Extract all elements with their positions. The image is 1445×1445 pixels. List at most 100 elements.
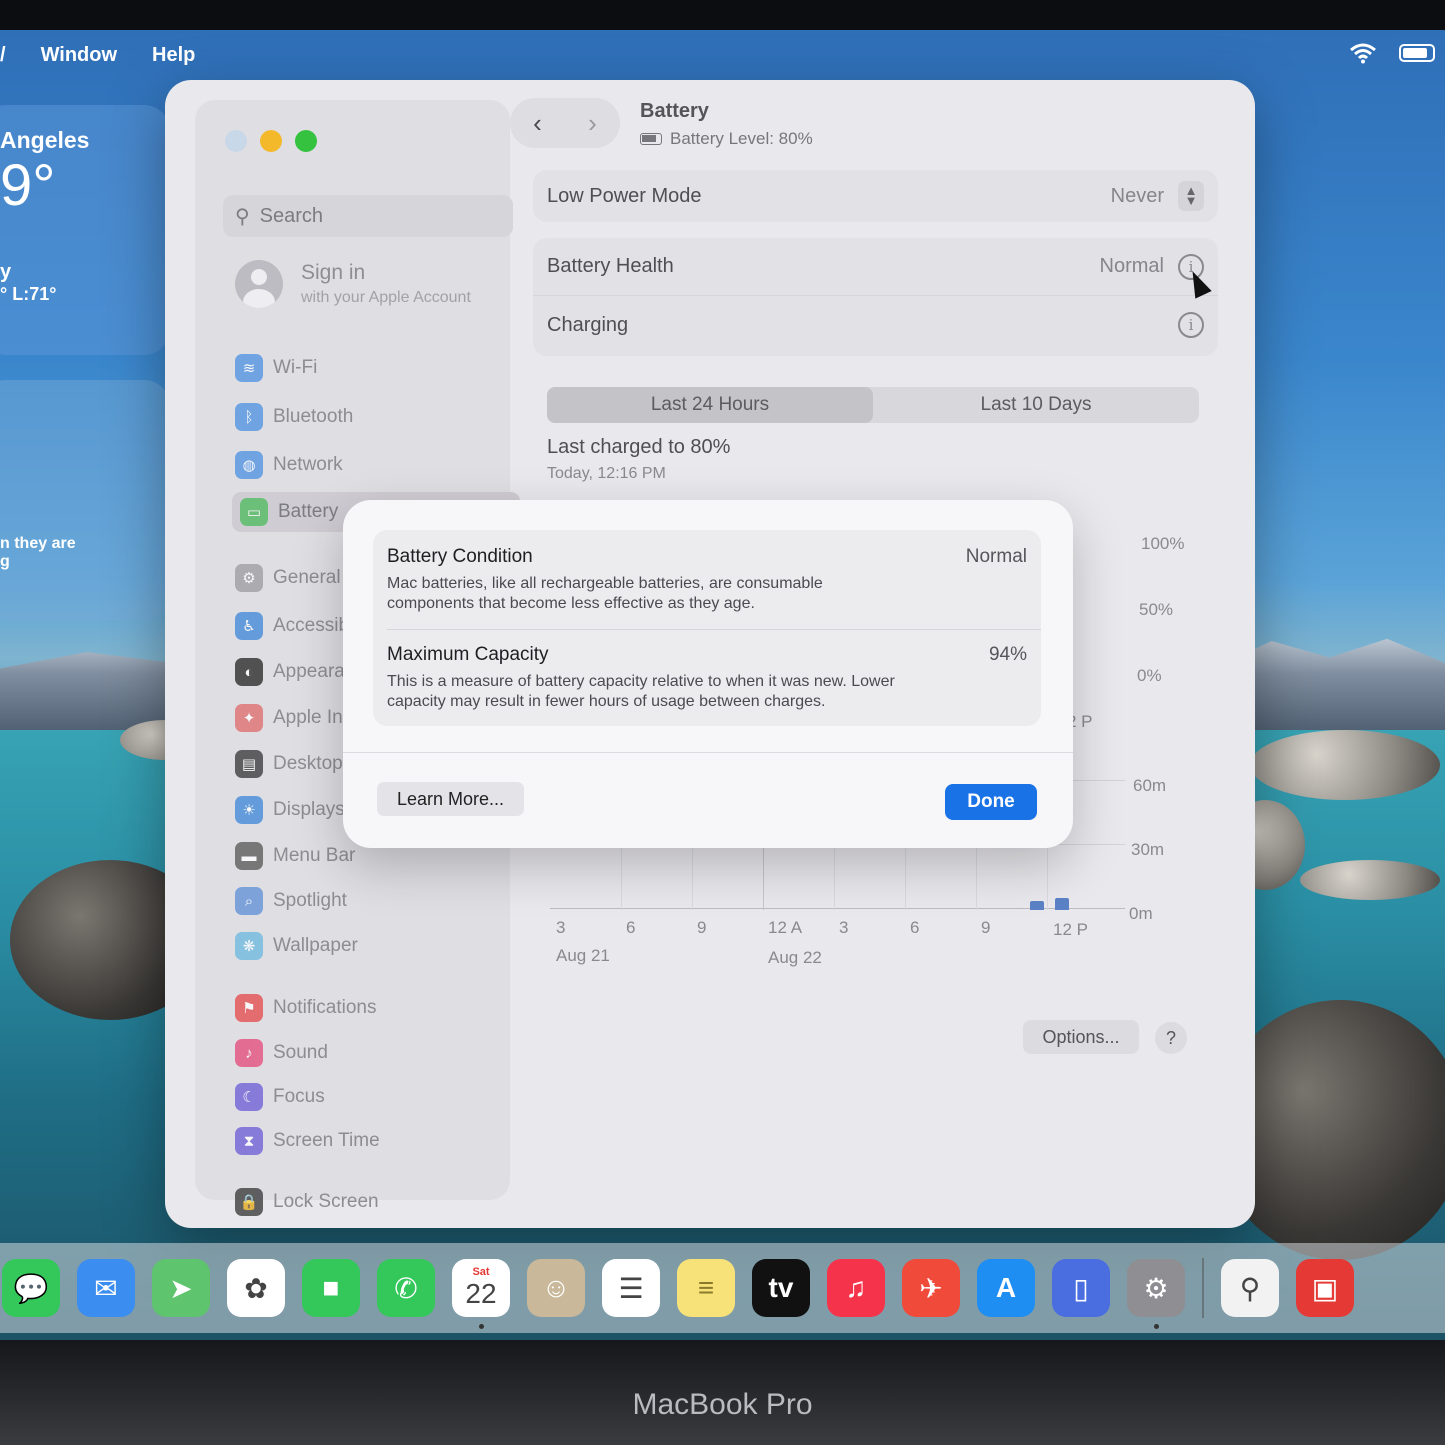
navigation-buttons: ‹ ›: [510, 98, 620, 148]
dock-separator: [1202, 1258, 1204, 1318]
sidebar-item-focus[interactable]: ☾ Focus: [235, 1077, 325, 1117]
sidebar-item-network[interactable]: ◍ Network: [235, 445, 343, 485]
calendar-icon[interactable]: Sat 22: [452, 1259, 510, 1329]
maximum-capacity-title: Maximum Capacity: [387, 644, 549, 665]
apple-account-signin[interactable]: Sign in with your Apple Account: [235, 260, 471, 308]
dock: 💬 ✉ ➤ ✿ ■ ✆ Sat 22 ☺ ☰ ≡ tv ♫ ✈ A ▯ ⚙ ⚲ ▣: [0, 1243, 1445, 1333]
sidebar-item-label: Network: [273, 454, 343, 475]
x-axis-date: Aug 21: [556, 946, 610, 965]
y-axis-label: 30m: [1131, 840, 1165, 859]
search-placeholder: Search: [259, 204, 324, 227]
spotlight-icon: ⌕: [235, 887, 263, 915]
sidebar-item-label: Lock Screen: [273, 1191, 379, 1212]
divider: [343, 752, 1073, 753]
messages-icon[interactable]: 💬: [2, 1259, 60, 1317]
running-indicator: [1154, 1324, 1159, 1329]
signin-title: Sign in: [301, 261, 366, 284]
low-power-value[interactable]: Never: [1111, 185, 1164, 208]
simulator-icon[interactable]: ▯: [1052, 1259, 1110, 1317]
wifi-icon[interactable]: [1349, 42, 1377, 64]
reminders-icon[interactable]: ☰: [602, 1259, 660, 1317]
photos-glyph: ✿: [244, 1272, 268, 1304]
rocketsim-icon[interactable]: ✈: [902, 1259, 960, 1317]
sidebar-item-wallpaper[interactable]: ❋ Wallpaper: [235, 926, 358, 966]
calendar-day: Sat: [472, 1265, 490, 1278]
done-button[interactable]: Done: [945, 784, 1037, 820]
mail-icon[interactable]: ✉: [77, 1259, 135, 1317]
network-icon: ◍: [235, 451, 263, 479]
sound-icon: ♪: [235, 1039, 263, 1067]
battery-level-text: Battery Level: 80%: [670, 129, 813, 148]
usage-bar: [1030, 901, 1044, 910]
sidebar-item-sound[interactable]: ♪ Sound: [235, 1033, 328, 1073]
x-axis-tick: 6: [626, 918, 636, 937]
sidebar-item-general[interactable]: ⚙ General: [235, 558, 341, 598]
back-chevron-icon[interactable]: ‹: [533, 108, 542, 139]
simulator-glyph: ▯: [1073, 1272, 1089, 1304]
tab-last-24-hours[interactable]: Last 24 Hours: [547, 387, 873, 423]
zoom-button[interactable]: [295, 130, 317, 152]
maps-icon[interactable]: ➤: [152, 1259, 210, 1317]
widget-text: n they are: [0, 535, 76, 552]
minimize-button[interactable]: [260, 130, 282, 152]
popup-stepper-icon[interactable]: ▲ ▼: [1178, 181, 1204, 211]
sidebar-item-notifications[interactable]: ⚑ Notifications: [235, 988, 377, 1028]
wi-fi-icon: ≋: [235, 354, 263, 382]
x-axis-tick: 9: [697, 918, 707, 937]
secondary-widget[interactable]: n they are g: [0, 380, 170, 620]
x-axis-tick: 3: [556, 918, 566, 937]
facetime-icon[interactable]: ■: [302, 1259, 360, 1317]
photos-icon[interactable]: ✿: [227, 1259, 285, 1317]
apple-inte-icon: ✦: [235, 704, 263, 732]
appstore-icon[interactable]: A: [977, 1259, 1035, 1317]
sidebar-item-menu-bar[interactable]: ▬ Menu Bar: [235, 836, 355, 876]
rocketsim-glyph: ✈: [919, 1272, 943, 1304]
tab-last-10-days[interactable]: Last 10 Days: [873, 387, 1199, 423]
sidebar-item-bluetooth[interactable]: ᛒ Bluetooth: [235, 397, 353, 437]
sidebar-item-label: Notifications: [273, 997, 377, 1018]
weather-condition: y: [0, 261, 12, 283]
appletv-icon[interactable]: tv: [752, 1259, 810, 1317]
utility-icon[interactable]: ⚲: [1221, 1259, 1279, 1317]
low-power-row[interactable]: Low Power Mode Never ▲ ▼: [533, 170, 1218, 222]
archive-icon[interactable]: ▣: [1296, 1259, 1354, 1317]
battery-status-icon[interactable]: [1399, 44, 1435, 62]
sidebar-item-apple-inte[interactable]: ✦ Apple Inte: [235, 698, 359, 738]
menu-window[interactable]: Window: [41, 44, 117, 67]
sidebar-item-wi-fi[interactable]: ≋ Wi-Fi: [235, 348, 317, 388]
sidebar-item-accessibil[interactable]: ♿ Accessibil: [235, 606, 357, 646]
appletv-glyph: tv: [768, 1272, 794, 1303]
phone-icon[interactable]: ✆: [377, 1259, 435, 1317]
sidebar-item-screen-time[interactable]: ⧗ Screen Time: [235, 1121, 380, 1161]
forward-chevron-icon[interactable]: ›: [588, 108, 597, 139]
sidebar-item-label: Bluetooth: [273, 406, 354, 427]
battery-condition-value: Normal: [965, 546, 1027, 567]
sidebar-item-label: Focus: [273, 1086, 325, 1107]
menu-help[interactable]: Help: [152, 44, 195, 67]
messages-glyph: 💬: [13, 1272, 49, 1304]
weather-widget[interactable]: Angeles 9° y ° L:71°: [0, 105, 170, 355]
help-button[interactable]: ?: [1155, 1022, 1187, 1054]
sidebar-item-spotlight[interactable]: ⌕ Spotlight: [235, 881, 347, 921]
sidebar-item-desktop[interactable]: ▤ Desktop &: [235, 744, 361, 784]
contacts-icon[interactable]: ☺: [527, 1259, 585, 1317]
notes-icon[interactable]: ≡: [677, 1259, 735, 1317]
running-indicator: [479, 1324, 484, 1329]
sidebar-item-lock-screen[interactable]: 🔒 Lock Screen: [235, 1182, 379, 1222]
music-icon[interactable]: ♫: [827, 1259, 885, 1317]
systemsettings-icon[interactable]: ⚙: [1127, 1259, 1185, 1329]
options-button[interactable]: Options...: [1023, 1020, 1139, 1054]
sidebar-item-displays[interactable]: ☀ Displays: [235, 790, 345, 830]
maximum-capacity-value: 94%: [988, 644, 1027, 665]
learn-more-button[interactable]: Learn More...: [377, 782, 524, 816]
sidebar-item-label: Spotlight: [273, 890, 347, 911]
lock-screen-icon: 🔒: [235, 1188, 263, 1216]
close-button[interactable]: [225, 130, 247, 152]
brand-label: MacBook Pro: [632, 1388, 813, 1421]
last-charged-info: Last charged to 80% Today, 12:16 PM: [547, 436, 730, 483]
menu-edge: /: [0, 43, 6, 66]
battery-icon: [640, 133, 662, 145]
maximum-capacity-section: Maximum Capacity 94% This is a measure o…: [387, 644, 1027, 712]
info-icon[interactable]: i: [1178, 312, 1204, 338]
search-field[interactable]: ⚲ Search: [223, 195, 513, 237]
